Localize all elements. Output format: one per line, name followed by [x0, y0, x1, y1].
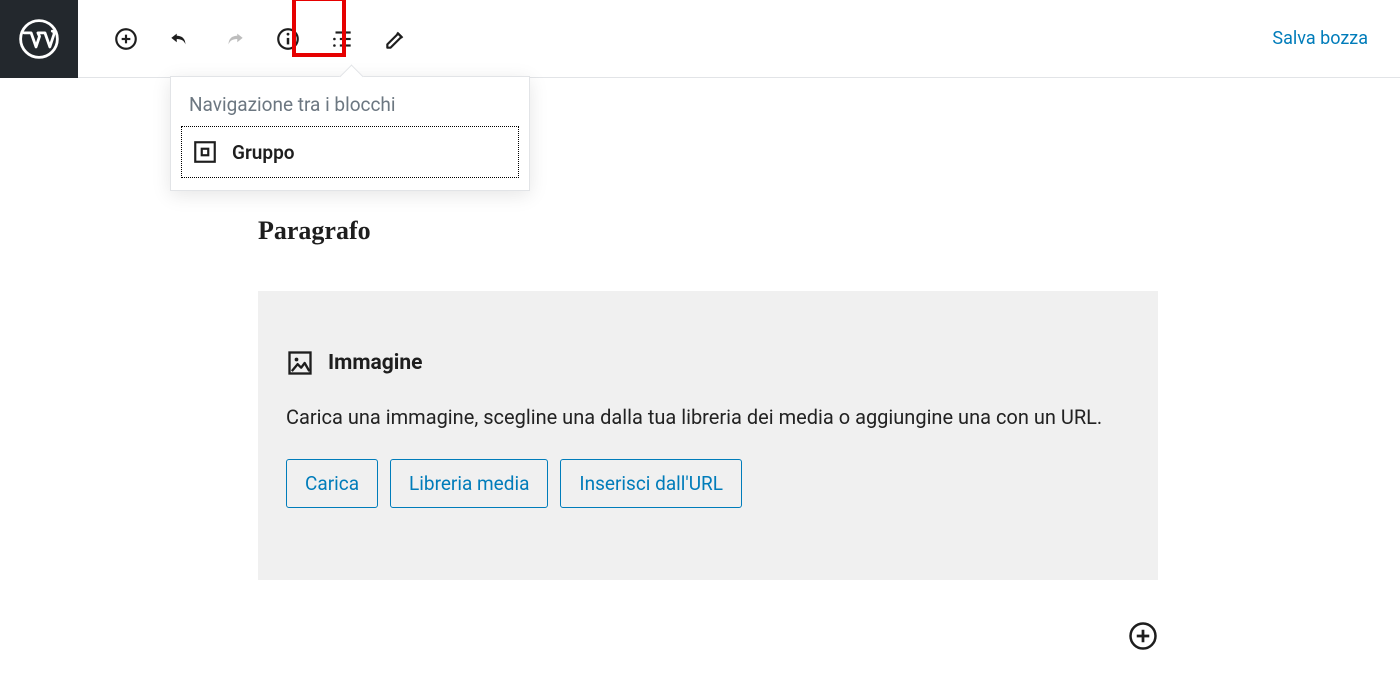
redo-button	[216, 21, 252, 57]
info-button[interactable]	[270, 21, 306, 57]
add-block-button[interactable]	[108, 21, 144, 57]
wordpress-icon	[18, 18, 60, 60]
group-block-icon	[192, 139, 218, 165]
image-block-label: Immagine	[328, 351, 422, 375]
block-nav-item-gruppo[interactable]: Gruppo	[181, 126, 519, 178]
block-navigation-title: Navigazione tra i blocchi	[171, 77, 529, 126]
media-library-button[interactable]: Libreria media	[390, 459, 548, 508]
add-block-inline-button[interactable]	[1125, 618, 1161, 654]
image-block-buttons: Carica Libreria media Inserisci dall'URL	[286, 459, 1130, 508]
wordpress-logo[interactable]	[0, 0, 78, 78]
edit-mode-button[interactable]	[378, 21, 414, 57]
upload-button[interactable]: Carica	[286, 459, 378, 508]
image-block-placeholder: Immagine Carica una immagine, scegline u…	[258, 291, 1158, 580]
save-draft-button[interactable]: Salva bozza	[1272, 28, 1368, 49]
block-nav-item-label: Gruppo	[232, 141, 295, 164]
toolbar-button-group	[78, 21, 414, 57]
image-block-header: Immagine	[286, 349, 1130, 377]
paragraph-block-title[interactable]: Paragrafo	[258, 216, 371, 246]
image-block-description: Carica una immagine, scegline una dalla …	[286, 405, 1130, 429]
editor-top-toolbar: Salva bozza	[0, 0, 1400, 78]
block-navigation-button[interactable]	[324, 21, 360, 57]
image-icon	[286, 349, 314, 377]
block-navigation-popover: Navigazione tra i blocchi Gruppo	[170, 76, 530, 191]
undo-button[interactable]	[162, 21, 198, 57]
insert-from-url-button[interactable]: Inserisci dall'URL	[560, 459, 742, 508]
